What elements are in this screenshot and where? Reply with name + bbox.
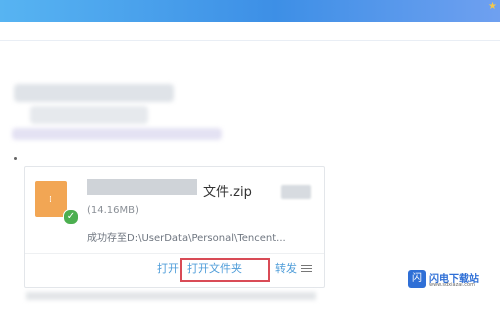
open-button[interactable]: 打开 bbox=[157, 262, 179, 276]
lightning-logo-icon: 闪 bbox=[408, 270, 426, 288]
card-divider bbox=[25, 253, 324, 254]
star-icon: ★ bbox=[488, 1, 497, 12]
bullet-dot bbox=[14, 157, 17, 160]
file-actions: 打开 打开文件夹 转发 bbox=[25, 259, 324, 281]
divider bbox=[0, 40, 500, 41]
file-name[interactable]: 文件.zip bbox=[203, 181, 252, 200]
file-badge bbox=[281, 185, 311, 199]
zip-file-icon[interactable]: ⁞ bbox=[35, 181, 67, 217]
blurred-message bbox=[30, 106, 148, 124]
saved-path-text: 成功存至D:\UserData\Personal\Tencent... bbox=[87, 233, 286, 244]
blurred-message bbox=[14, 84, 174, 102]
checkmark-icon: ✓ bbox=[63, 209, 79, 225]
blurred-footer bbox=[26, 292, 316, 300]
file-size: (14.16MB) bbox=[87, 205, 139, 216]
forward-button[interactable]: 转发 bbox=[275, 262, 297, 276]
highlight-box bbox=[180, 258, 270, 282]
file-transfer-card: ⁞ ✓ 文件.zip (14.16MB) 成功存至D:\UserData\Per… bbox=[24, 166, 325, 288]
title-bar: ★ bbox=[0, 0, 500, 22]
menu-icon[interactable] bbox=[301, 263, 312, 274]
blurred-message bbox=[12, 128, 222, 140]
blurred-filename-part bbox=[87, 179, 197, 195]
watermark-url: www.sdxiazai.com bbox=[429, 282, 475, 288]
